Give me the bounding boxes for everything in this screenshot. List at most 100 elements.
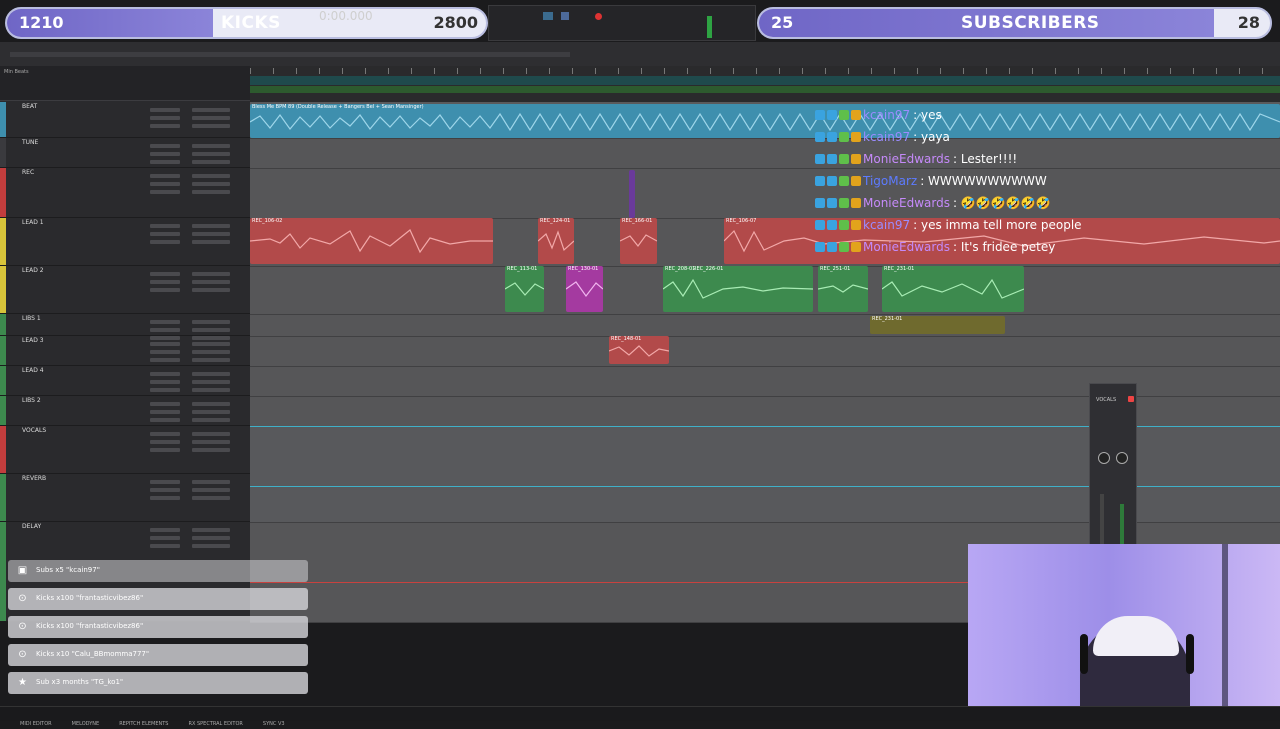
track-control[interactable] (150, 124, 180, 128)
track-control[interactable] (150, 488, 180, 492)
track-header[interactable]: TUNE (0, 138, 250, 168)
track-send[interactable] (192, 124, 230, 128)
track-control[interactable] (150, 160, 180, 164)
track-control[interactable] (150, 350, 180, 354)
track-control[interactable] (150, 232, 180, 236)
track-send[interactable] (192, 402, 230, 406)
track-send[interactable] (192, 288, 230, 292)
track-control[interactable] (150, 240, 180, 244)
plugin-knob-1[interactable] (1098, 452, 1110, 464)
clip-rec-3[interactable]: REC_166-01 (620, 218, 657, 264)
track-send[interactable] (192, 328, 230, 332)
track-send[interactable] (192, 116, 230, 120)
transport-stop-button[interactable] (561, 12, 569, 20)
track-send[interactable] (192, 536, 230, 540)
clip-beat[interactable]: Bless Me BPM 89 (Double Release + Banger… (250, 104, 1280, 138)
track-control[interactable] (150, 190, 180, 194)
track-control[interactable] (150, 402, 180, 406)
track-header[interactable]: LEAD 1 (0, 218, 250, 266)
track-control[interactable] (150, 328, 180, 332)
track-send[interactable] (192, 350, 230, 354)
track-control[interactable] (150, 272, 180, 276)
bottom-bar-item[interactable]: REPITCH ELEMENTS (119, 721, 168, 727)
track-header[interactable]: LEAD 2 (0, 266, 250, 314)
track-send[interactable] (192, 152, 230, 156)
track-control[interactable] (150, 380, 180, 384)
track-control[interactable] (150, 528, 180, 532)
track-header[interactable]: REC (0, 168, 250, 218)
track-send[interactable] (192, 108, 230, 112)
clip-rec-marker[interactable] (629, 170, 635, 218)
track-send[interactable] (192, 388, 230, 392)
track-control[interactable] (150, 448, 180, 452)
track-control[interactable] (150, 288, 180, 292)
clip-rec-2[interactable]: REC_124-01 (538, 218, 574, 264)
track-send[interactable] (192, 232, 230, 236)
track-header[interactable]: BEAT (0, 102, 250, 138)
track-send[interactable] (192, 488, 230, 492)
track-send[interactable] (192, 174, 230, 178)
track-send[interactable] (192, 496, 230, 500)
track-control[interactable] (150, 388, 180, 392)
track-control[interactable] (150, 174, 180, 178)
track-send[interactable] (192, 432, 230, 436)
clip-libs1-red[interactable]: REC_148-01 (609, 336, 669, 364)
track-control[interactable] (150, 372, 180, 376)
track-send[interactable] (192, 342, 230, 346)
track-send[interactable] (192, 144, 230, 148)
track-send[interactable] (192, 440, 230, 444)
track-control[interactable] (150, 418, 180, 422)
clip-lead2-6[interactable]: REC_231-01 (882, 266, 1024, 312)
track-control[interactable] (150, 536, 180, 540)
track-header[interactable]: LIBS 1 (0, 314, 250, 340)
track-header[interactable]: REVERB (0, 474, 250, 522)
transport-play-button[interactable] (543, 12, 553, 20)
clip-lead2-2[interactable]: REC_130-01 (566, 266, 603, 312)
track-control[interactable] (150, 108, 180, 112)
track-send[interactable] (192, 272, 230, 276)
track-send[interactable] (192, 240, 230, 244)
track-control[interactable] (150, 116, 180, 120)
track-control[interactable] (150, 544, 180, 548)
track-control[interactable] (150, 480, 180, 484)
bottom-bar-item[interactable]: RX SPECTRAL EDITOR (188, 721, 242, 727)
track-control[interactable] (150, 496, 180, 500)
track-send[interactable] (192, 380, 230, 384)
track-control[interactable] (150, 320, 180, 324)
track-control[interactable] (150, 358, 180, 362)
track-control[interactable] (150, 440, 180, 444)
bottom-bar-item[interactable]: MELODYNE (72, 721, 100, 727)
plugin-close-button[interactable] (1128, 396, 1134, 402)
timeline-ruler[interactable] (250, 66, 1280, 103)
track-header[interactable]: LIBS 2 (0, 396, 250, 426)
clip-libs1-yellow[interactable]: REC_231-01 (870, 316, 1005, 334)
track-header[interactable]: LEAD 4 (0, 366, 250, 396)
track-control[interactable] (150, 224, 180, 228)
clip-lead2-5[interactable]: REC_251-01 (818, 266, 868, 312)
track-send[interactable] (192, 544, 230, 548)
track-send[interactable] (192, 280, 230, 284)
track-send[interactable] (192, 320, 230, 324)
track-control[interactable] (150, 280, 180, 284)
clip-lead2-1[interactable]: REC_113-01 (505, 266, 544, 312)
track-send[interactable] (192, 480, 230, 484)
track-send[interactable] (192, 182, 230, 186)
track-send[interactable] (192, 372, 230, 376)
track-control[interactable] (150, 410, 180, 414)
track-send[interactable] (192, 224, 230, 228)
track-control[interactable] (150, 144, 180, 148)
track-send[interactable] (192, 190, 230, 194)
track-send[interactable] (192, 160, 230, 164)
track-control[interactable] (150, 432, 180, 436)
bottom-bar-item[interactable]: MIDI EDITOR (20, 721, 52, 727)
plugin-knob-2[interactable] (1116, 452, 1128, 464)
track-header[interactable]: LEAD 3 (0, 336, 250, 366)
track-control[interactable] (150, 152, 180, 156)
bottom-bar-item[interactable]: SYNC V3 (263, 721, 285, 727)
clip-lead2-3[interactable]: REC_208-01 REC_226-01 (663, 266, 813, 312)
track-send[interactable] (192, 358, 230, 362)
track-control[interactable] (150, 342, 180, 346)
track-send[interactable] (192, 418, 230, 422)
track-send[interactable] (192, 410, 230, 414)
clip-rec-1[interactable]: REC_106-02 (250, 218, 493, 264)
